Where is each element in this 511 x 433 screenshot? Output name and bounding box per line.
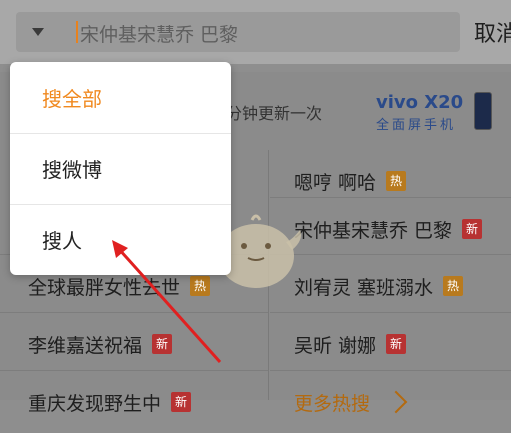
more-hot-link[interactable]: 更多热搜: [270, 370, 511, 433]
ad-tagline: 全面屏手机: [376, 118, 457, 133]
hot-item-label: 吴昕 谢娜: [294, 334, 377, 357]
hot-item[interactable]: 重庆发现野生中 新: [0, 370, 268, 433]
ad-brand: vivo X20: [376, 92, 464, 113]
new-badge: 新: [171, 392, 192, 412]
ad-banner[interactable]: vivo X20 全面屏手机: [376, 92, 496, 136]
hot-item[interactable]: 刘宥灵 塞班溺水 热: [270, 254, 511, 317]
menu-item-label: 搜全部: [42, 87, 102, 111]
text-cursor: [76, 21, 78, 43]
menu-item-search-people[interactable]: 搜人: [10, 204, 231, 275]
menu-item-search-all[interactable]: 搜全部: [10, 62, 231, 133]
hot-item-label: 嗯哼 啊哈: [294, 171, 377, 194]
refresh-notice: 分钟更新一次: [226, 104, 323, 123]
hot-item-label: 全球最胖女性去世: [28, 276, 181, 299]
search-query[interactable]: 宋仲基宋慧乔 巴黎: [80, 20, 238, 47]
more-hot-label: 更多热搜: [294, 392, 371, 415]
menu-item-label: 搜微博: [42, 158, 102, 182]
hot-item-label: 李维嘉送祝福: [28, 334, 143, 357]
new-badge: 新: [152, 334, 173, 354]
hot-item[interactable]: 李维嘉送祝福 新: [0, 312, 268, 375]
hot-badge: 热: [386, 171, 407, 191]
search-bar: 宋仲基宋慧乔 巴黎 取消: [0, 0, 511, 64]
hot-item-label: 宋仲基宋慧乔 巴黎: [294, 219, 453, 242]
search-input[interactable]: 宋仲基宋慧乔 巴黎: [16, 12, 460, 52]
caret-down-icon[interactable]: [32, 28, 44, 36]
menu-item-search-weibo[interactable]: 搜微博: [10, 133, 231, 204]
new-badge: 新: [462, 219, 483, 239]
new-badge: 新: [386, 334, 407, 354]
hot-item[interactable]: 吴昕 谢娜 新: [270, 312, 511, 375]
menu-item-label: 搜人: [42, 229, 82, 253]
cancel-button[interactable]: 取消: [474, 16, 511, 48]
chevron-right-icon: [384, 390, 408, 414]
hot-item-label: 重庆发现野生中: [28, 392, 162, 415]
hot-item[interactable]: 宋仲基宋慧乔 巴黎 新: [270, 197, 511, 260]
hot-badge: 热: [443, 276, 464, 296]
phone-icon: [474, 92, 492, 130]
hot-item-label: 刘宥灵 塞班溺水: [294, 276, 434, 299]
search-scope-dropdown: 搜全部 搜微博 搜人: [10, 62, 231, 275]
